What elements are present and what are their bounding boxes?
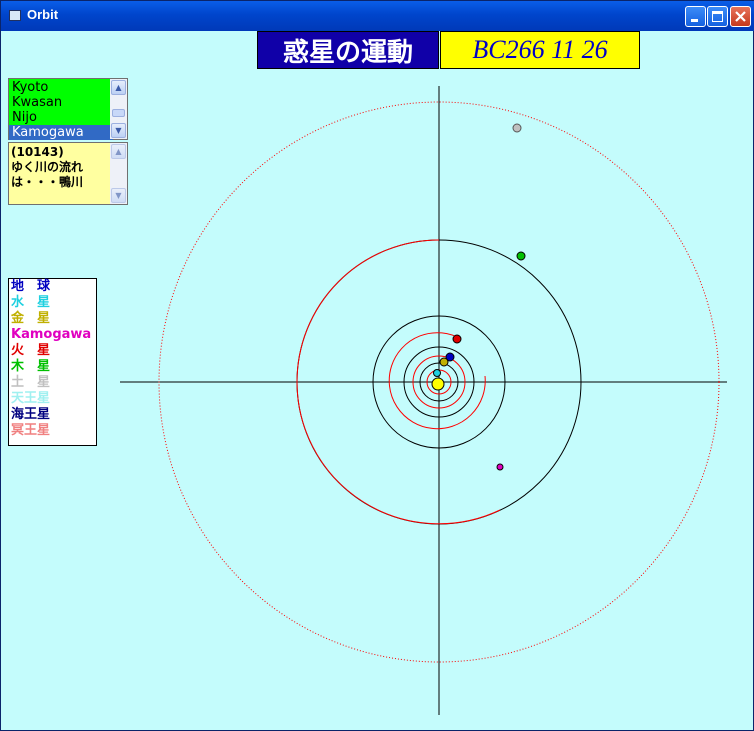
info-text: (10143) ゆく川の流れ は・・・鴨川	[11, 145, 84, 189]
legend-jupiter: 木 星	[11, 359, 51, 374]
client-area: 惑星の運動 BC266 11 26 Kyoto Kwasan Nijo Kamo…	[5, 31, 751, 728]
date-display: BC266 11 26	[440, 31, 640, 69]
legend-uranus: 天王星	[11, 391, 51, 406]
legend-mercury: 水 星	[11, 295, 51, 310]
scroll-down-button[interactable]: ▼	[111, 123, 126, 138]
list-item-selected[interactable]: Kamogawa	[9, 125, 113, 140]
legend-neptune: 海王星	[11, 407, 51, 422]
orbit-window: Orbit 惑星の運動 BC266 11 26 Kyoto Kwasan Nij…	[0, 0, 754, 731]
legend-kamogawa: Kamogawa	[11, 327, 92, 342]
list-item[interactable]: Kyoto	[9, 80, 113, 95]
planet-mercury	[433, 369, 441, 377]
close-button[interactable]	[730, 6, 751, 27]
window-title: Orbit	[27, 7, 59, 22]
scroll-down-button[interactable]: ▼	[111, 188, 126, 203]
legend-venus: 金 星	[11, 311, 51, 326]
info-textbox[interactable]: (10143) ゆく川の流れ は・・・鴨川 ▲ ▼	[8, 142, 128, 205]
scroll-up-button[interactable]: ▲	[111, 80, 126, 95]
planet-mars	[452, 334, 462, 344]
minimize-button[interactable]	[685, 6, 706, 27]
planet-saturn	[512, 123, 522, 133]
location-listbox[interactable]: Kyoto Kwasan Nijo Kamogawa ▲ ▼	[8, 78, 128, 140]
textbox-scrollbar[interactable]: ▲ ▼	[110, 143, 127, 204]
legend-earth: 地 球	[11, 279, 51, 294]
planet-jupiter	[516, 251, 526, 261]
legend-saturn: 土 星	[11, 375, 51, 390]
scroll-up-button[interactable]: ▲	[111, 144, 126, 159]
minimize-icon	[691, 19, 698, 22]
legend-pluto: 冥王星	[11, 423, 51, 438]
close-icon	[735, 11, 746, 22]
app-icon	[9, 10, 21, 21]
maximize-button[interactable]	[707, 6, 728, 27]
title-bar[interactable]: Orbit	[1, 1, 754, 31]
legend-mars: 火 星	[11, 343, 51, 358]
page-title: 惑星の運動	[257, 31, 439, 69]
planet-legend: 地 球 水 星 金 星 Kamogawa 火 星 木 星 土 星 天王星 海王星…	[8, 278, 97, 446]
maximize-icon	[712, 11, 723, 22]
planet-venus	[439, 357, 449, 367]
sun	[431, 377, 445, 391]
scroll-thumb[interactable]	[112, 109, 125, 117]
listbox-scrollbar[interactable]: ▲ ▼	[110, 79, 127, 139]
list-item[interactable]: Nijo	[9, 110, 113, 125]
list-item[interactable]: Kwasan	[9, 95, 113, 110]
planet-kamogawa	[496, 463, 504, 471]
